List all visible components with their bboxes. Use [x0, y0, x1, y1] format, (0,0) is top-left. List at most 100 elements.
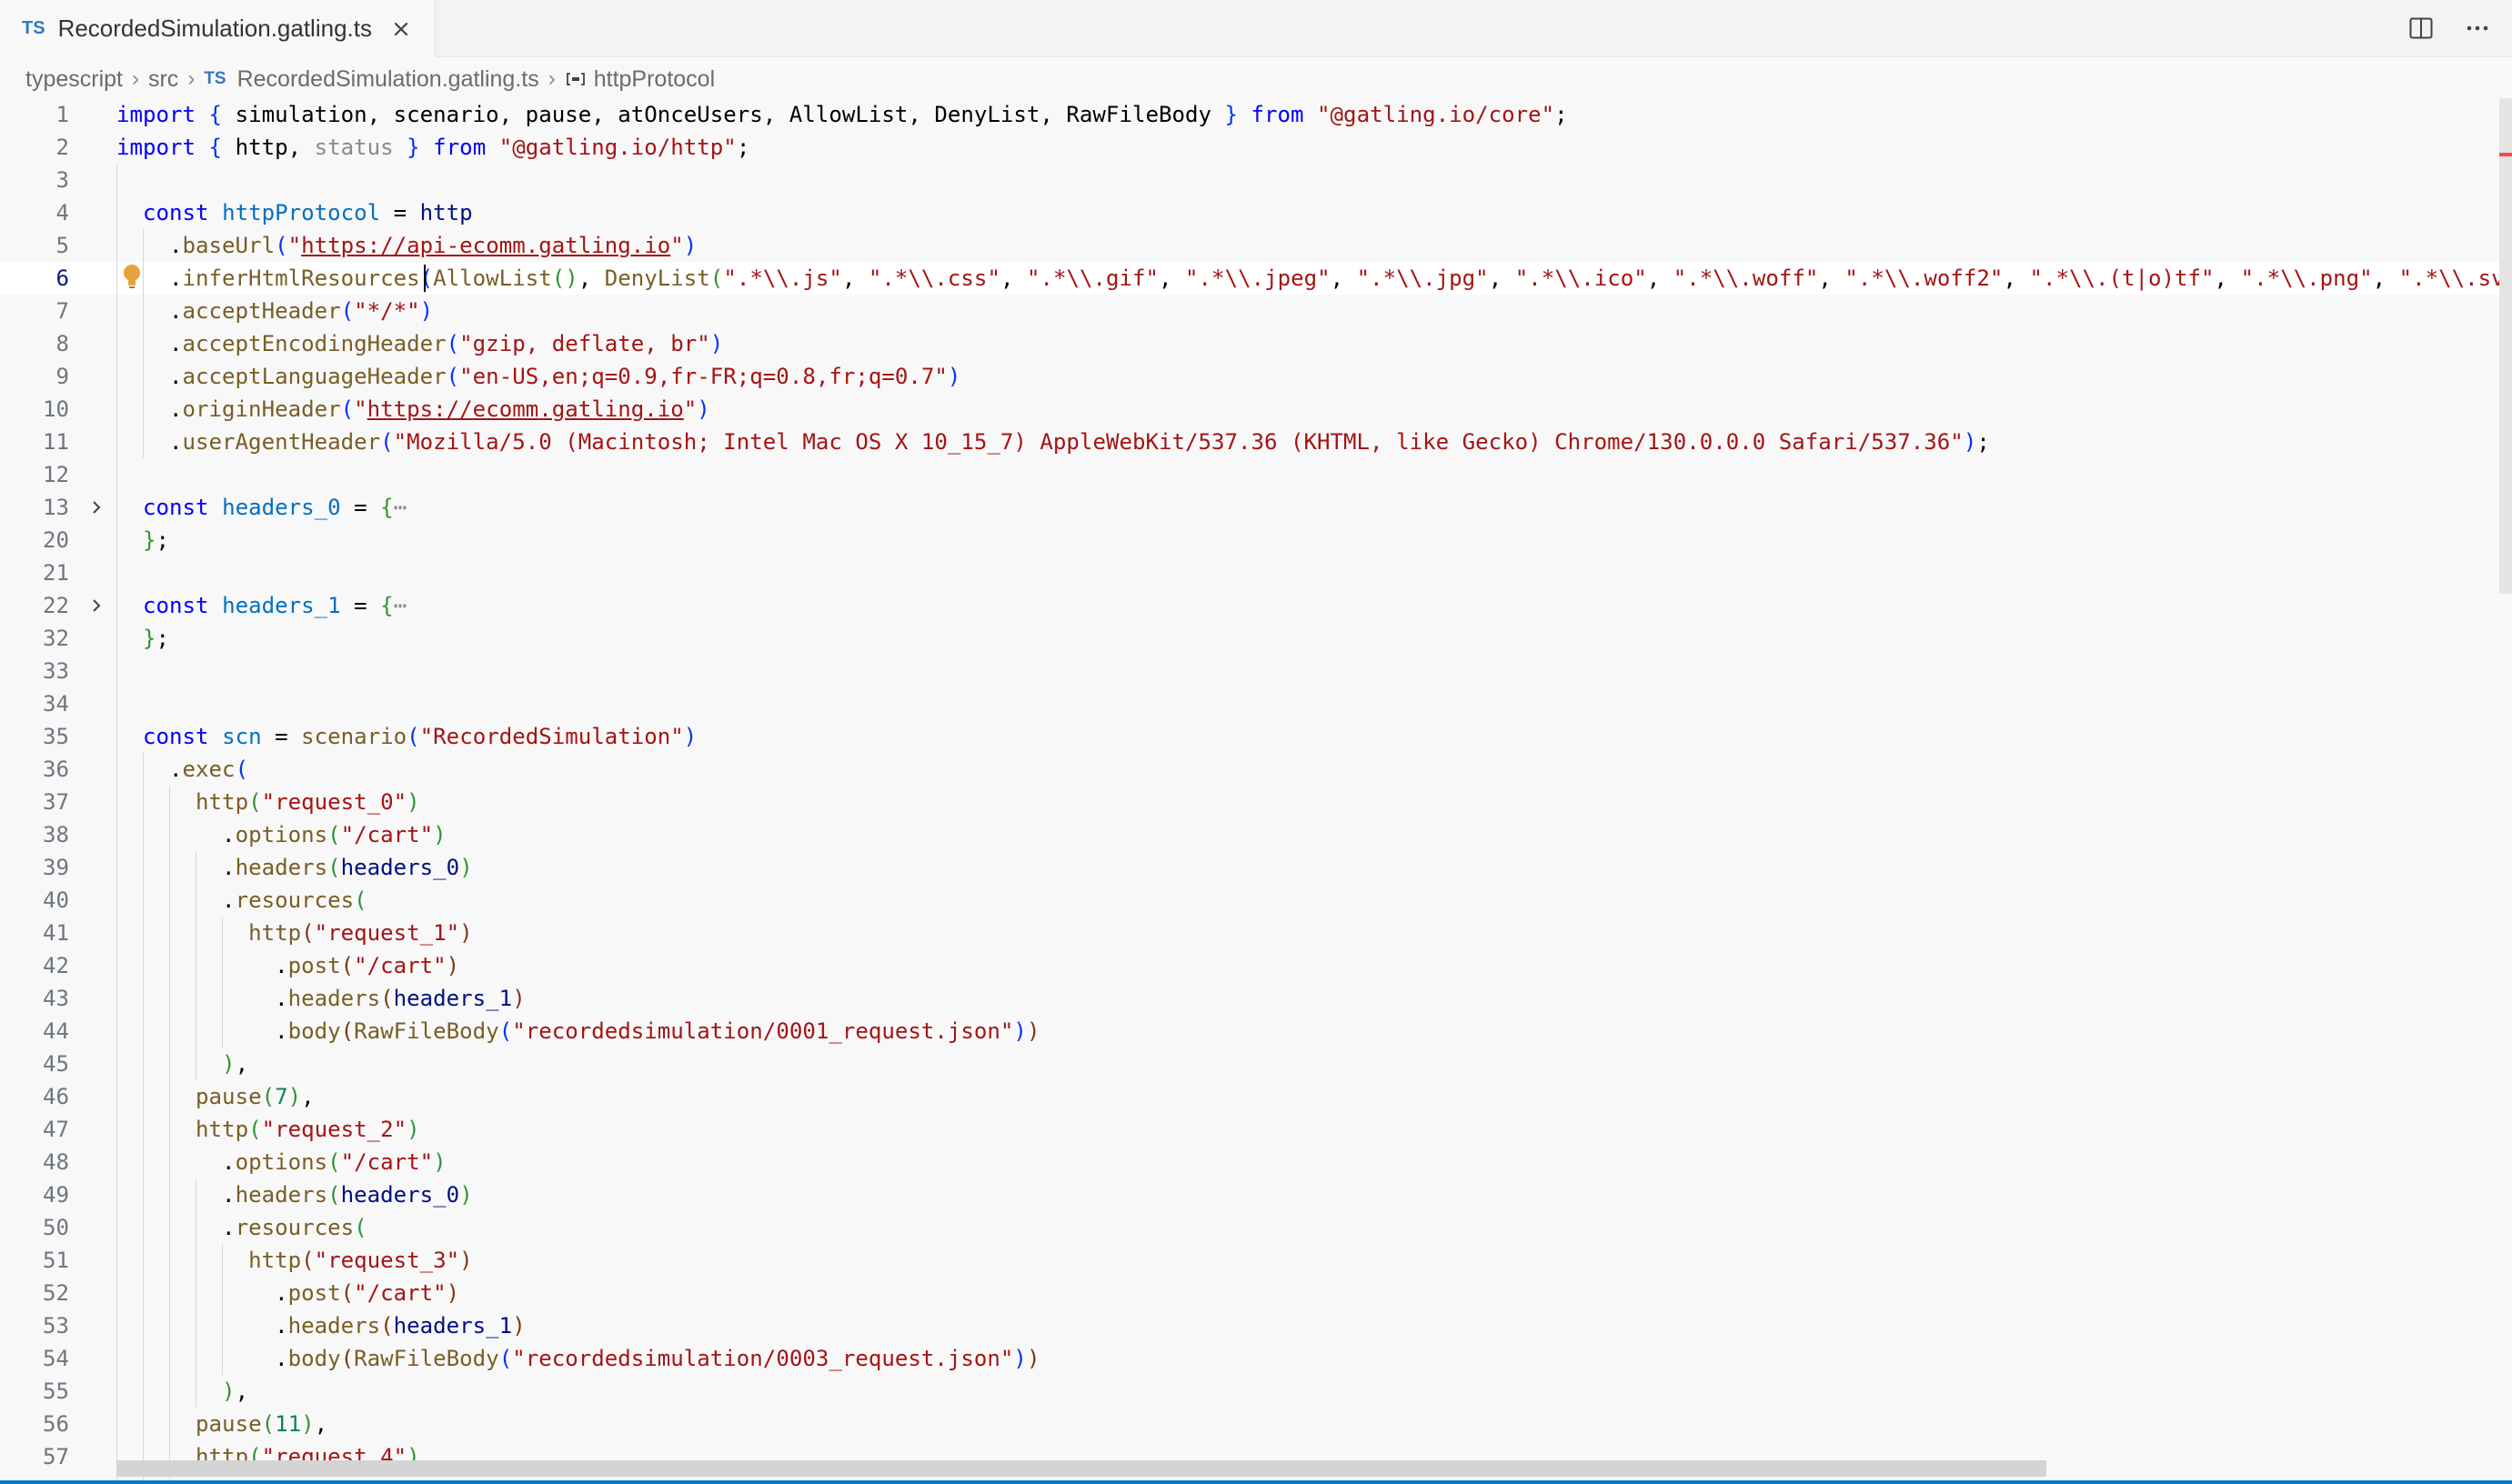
breadcrumb-item-typescript[interactable]: typescript — [25, 66, 123, 93]
line-number: 50 — [42, 1215, 69, 1240]
code-line[interactable]: 11 .userAgentHeader("Mozilla/5.0 (Macint… — [0, 426, 2512, 458]
code-token: . — [116, 331, 183, 356]
code-line[interactable]: 41 http("request_1") — [0, 917, 2512, 949]
code-line[interactable]: 35 const scn = scenario("RecordedSimulat… — [0, 720, 2512, 753]
code-line[interactable]: 33 — [0, 655, 2512, 687]
code-token: "RecordedSimulation" — [419, 724, 684, 749]
lightbulb-icon[interactable] — [120, 263, 144, 295]
editor-tab[interactable]: TS RecordedSimulation.gatling.ts — [0, 0, 436, 57]
code-line[interactable]: 3 — [0, 164, 2512, 196]
code-token: { — [208, 135, 236, 160]
code-token: http — [419, 200, 473, 226]
code-line[interactable]: 38 .options("/cart") — [0, 818, 2512, 851]
code-editor[interactable]: 1 import { simulation, scenario, pause, a… — [0, 98, 2512, 1484]
code-token: , — [1818, 266, 1845, 291]
indent-guide — [116, 164, 117, 1484]
code-token: const — [143, 724, 223, 749]
code-line[interactable]: 40 .resources( — [0, 884, 2512, 917]
code-line[interactable]: 47 http("request_2") — [0, 1113, 2512, 1146]
code-line[interactable]: 42 .post("/cart") — [0, 949, 2512, 982]
code-token: , — [314, 1411, 328, 1437]
code-line[interactable]: 44 .body(RawFileBody("recordedsimulation… — [0, 1015, 2512, 1048]
code-line[interactable]: 32 }; — [0, 622, 2512, 655]
code-line[interactable]: 50 .resources( — [0, 1211, 2512, 1244]
code-token: () — [551, 266, 578, 291]
code-line[interactable]: 4 const httpProtocol = http — [0, 196, 2512, 229]
code-line[interactable]: 43 .headers(headers_1) — [0, 982, 2512, 1015]
code-line[interactable]: 52 .post("/cart") — [0, 1277, 2512, 1309]
code-token: ) — [697, 396, 710, 422]
code-line[interactable]: 20 }; — [0, 524, 2512, 556]
code-line[interactable]: 54 .body(RawFileBody("recordedsimulation… — [0, 1342, 2512, 1375]
code-line[interactable]: 9 .acceptLanguageHeader("en-US,en;q=0.9,… — [0, 360, 2512, 393]
indent-guide — [143, 753, 144, 1484]
code-token: ) — [1026, 1018, 1040, 1044]
code-line[interactable]: 13 const headers_0 = {⋯ — [0, 491, 2512, 524]
line-number: 52 — [42, 1280, 69, 1306]
chevron-right-icon[interactable] — [84, 491, 109, 524]
code-line[interactable]: 51 http("request_3") — [0, 1244, 2512, 1277]
code-line[interactable]: 22 const headers_1 = {⋯ — [0, 589, 2512, 622]
code-line[interactable]: 39 .headers(headers_0) — [0, 851, 2512, 884]
horizontal-scrollbar[interactable] — [116, 1460, 2046, 1477]
split-editor-icon[interactable] — [2399, 6, 2443, 50]
code-line[interactable]: 37 http("request_0") — [0, 786, 2512, 818]
code-line[interactable]: 21 — [0, 556, 2512, 589]
code-text: .headers(headers_1) — [116, 1309, 526, 1342]
code-token: ) — [459, 1248, 473, 1273]
code-token: resources — [235, 887, 355, 913]
code-line[interactable]: 10 .originHeader("https://ecomm.gatling.… — [0, 393, 2512, 426]
code-token: "Mozilla/5.0 (Macintosh; Intel Mac OS X … — [393, 429, 1964, 455]
line-number: 38 — [42, 822, 69, 847]
line-number: 1 — [55, 102, 69, 127]
code-token: = — [275, 724, 302, 749]
code-line[interactable]: 5 .baseUrl("https://api-ecomm.gatling.io… — [0, 229, 2512, 262]
breadcrumb-item-file[interactable]: RecordedSimulation.gatling.ts — [237, 66, 539, 93]
code-token: headers_0 — [340, 1182, 460, 1208]
code-token: ( — [235, 757, 249, 782]
code-token: ".*\\.jpeg" — [1185, 266, 1331, 291]
code-line[interactable]: 1 import { simulation, scenario, pause, a… — [0, 98, 2512, 131]
code-line[interactable]: 46 pause(7), — [0, 1080, 2512, 1113]
code-line[interactable]: 7 .acceptHeader("*/*") — [0, 295, 2512, 327]
code-line[interactable]: 6 .inferHtmlResources(AllowList(), DenyL… — [0, 262, 2512, 295]
code-line[interactable]: 53 .headers(headers_1) — [0, 1309, 2512, 1342]
breadcrumb-item-src[interactable]: src — [148, 66, 178, 93]
code-token: { — [380, 495, 394, 520]
code-line[interactable]: 2 import { http, status } from "@gatling.… — [0, 131, 2512, 164]
code-token: } — [143, 626, 156, 651]
code-token: headers — [287, 1313, 381, 1339]
code-line[interactable]: 49 .headers(headers_0) — [0, 1178, 2512, 1211]
code-token: , — [2003, 266, 2030, 291]
more-actions-icon[interactable] — [2456, 6, 2499, 50]
code-line[interactable]: 12 — [0, 458, 2512, 491]
code-text: .resources( — [116, 884, 367, 917]
code-token: ( — [498, 1346, 513, 1371]
code-token: http, — [235, 135, 315, 160]
line-number: 55 — [42, 1379, 69, 1404]
code-token: ( — [301, 1248, 315, 1273]
code-line[interactable]: 45 ), — [0, 1048, 2512, 1080]
code-token: ( — [248, 1117, 262, 1142]
vertical-scrollbar[interactable] — [2499, 98, 2512, 594]
code-token: headers — [235, 1182, 328, 1208]
code-token: , — [841, 266, 869, 291]
line-number: 8 — [55, 331, 69, 356]
line-number: 9 — [55, 364, 69, 389]
code-token: DenyList — [604, 266, 710, 291]
code-line[interactable]: 48 .options("/cart") — [0, 1146, 2512, 1178]
code-token: . — [116, 757, 183, 782]
close-icon[interactable] — [388, 16, 414, 42]
code-line[interactable]: 8 .acceptEncodingHeader("gzip, deflate, … — [0, 327, 2512, 360]
breadcrumb-item-symbol[interactable]: httpProtocol — [594, 66, 715, 93]
line-number: 34 — [42, 691, 69, 717]
code-line[interactable]: 36 .exec( — [0, 753, 2512, 786]
code-token: } — [1224, 102, 1251, 127]
code-token: pause — [196, 1411, 262, 1437]
code-line[interactable]: 55 ), — [0, 1375, 2512, 1408]
code-line[interactable]: 56 pause(11), — [0, 1408, 2512, 1440]
chevron-right-icon[interactable] — [84, 589, 109, 622]
code-line[interactable]: 34 — [0, 687, 2512, 720]
